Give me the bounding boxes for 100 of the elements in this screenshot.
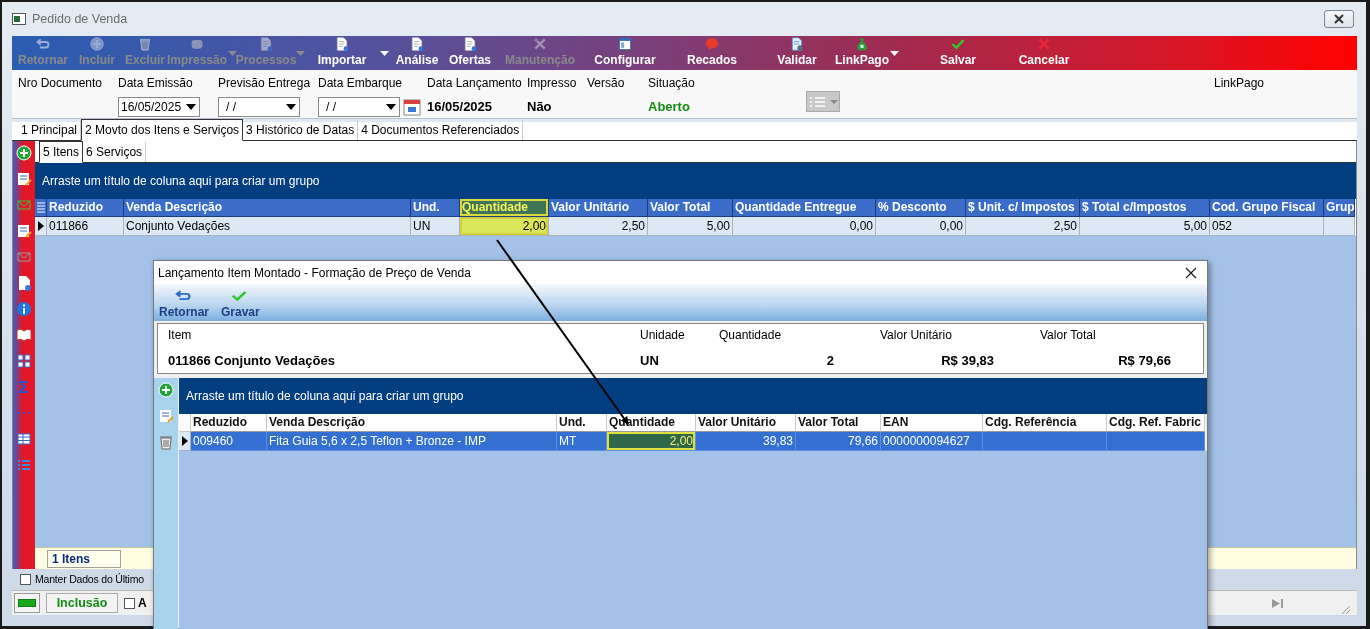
date-dropdown[interactable]: / / <box>318 97 400 117</box>
status-value: Aberto <box>648 98 691 116</box>
close-button[interactable] <box>1324 10 1354 28</box>
column-header[interactable]: Cdg. Ref. Fabric <box>1107 414 1205 432</box>
table-cell: 0,00 <box>876 217 966 236</box>
edit-icon[interactable] <box>16 223 32 239</box>
field-label: Data Embarque <box>318 75 404 92</box>
close-icon[interactable] <box>1185 266 1197 279</box>
plus-icon <box>88 37 106 51</box>
field-label: Previsão Entrega <box>218 75 312 92</box>
field-value: 16/05/2025 <box>427 98 494 116</box>
column-header[interactable]: Quantidade <box>460 199 549 217</box>
column-header[interactable]: Valor Total <box>648 199 733 217</box>
dialog-title: Lançamento Item Montado - Formação de Preço de Venda <box>158 264 471 282</box>
plus-icon[interactable] <box>158 382 174 398</box>
field-label: Data Lançamento <box>427 75 523 92</box>
toolbar-button[interactable]: Recados <box>668 36 756 70</box>
field-value: Não <box>527 98 553 116</box>
plus-icon[interactable] <box>16 145 32 161</box>
column-header[interactable]: Reduzido <box>47 199 124 217</box>
check-icon <box>949 37 967 51</box>
field-label: Item <box>168 327 193 344</box>
field-label: LinkPago <box>1214 75 1266 92</box>
field-value: R$ 39,83 <box>940 352 994 371</box>
calendar-icon[interactable] <box>403 97 421 117</box>
column-header[interactable]: Und. <box>557 414 607 432</box>
column-header[interactable]: Venda Descrição <box>124 199 411 217</box>
toolbar-button[interactable]: Ofertas <box>442 36 498 70</box>
checkbox[interactable] <box>20 574 31 585</box>
table-cell: 0,00 <box>733 217 876 236</box>
column-header[interactable]: Valor Total <box>796 414 881 432</box>
field-label: Nro Documento <box>18 75 104 92</box>
field-label: Quantidade <box>719 327 783 344</box>
table-cell: 011866 <box>47 217 124 236</box>
window-icon <box>12 13 26 25</box>
column-header[interactable]: Cdg. Referência <box>983 414 1107 432</box>
undo-arrow-icon <box>175 289 193 303</box>
resize-grip-icon[interactable] <box>1340 604 1351 615</box>
tab[interactable]: 4 Documentos Referenciados <box>358 120 524 140</box>
column-header[interactable]: EAN <box>881 414 983 432</box>
toolbar-button[interactable]: Cancelar <box>1014 36 1074 70</box>
column-header[interactable]: $ Unit. c/ Impostos <box>966 199 1080 217</box>
tab[interactable]: 3 Histórico de Datas <box>243 120 359 140</box>
column-header[interactable]: % Desconto <box>876 199 966 217</box>
toolbar-button[interactable]: Configurar <box>582 36 668 70</box>
checkbox-label: A <box>138 595 147 612</box>
dropdown-arrow-icon <box>829 98 839 105</box>
column-header[interactable]: Und. <box>411 199 460 217</box>
column-header[interactable]: Reduzido <box>191 414 267 432</box>
table-cell: 5,00 <box>648 217 733 236</box>
edit-icon[interactable] <box>16 171 32 187</box>
tab[interactable]: 6 Serviços <box>83 142 147 162</box>
field-label: Versão <box>587 75 626 92</box>
table-cell: 2,50 <box>966 217 1080 236</box>
column-chooser-icon[interactable] <box>35 199 47 217</box>
column-header[interactable]: Valor Unitário <box>696 414 796 432</box>
field-label: Unidade <box>640 327 686 344</box>
toolbar-button[interactable]: Gravar <box>221 284 260 321</box>
info-icon[interactable] <box>16 301 32 317</box>
table-cell <box>1324 217 1355 236</box>
item-count: 1 Itens <box>47 549 121 568</box>
checkbox[interactable] <box>124 597 135 609</box>
grid-icon[interactable] <box>16 353 32 369</box>
tab[interactable]: 2 Movto dos Itens e Serviços <box>81 119 244 141</box>
table-cell: 2,00 <box>607 432 696 451</box>
table-cell: 0000000094627 <box>881 432 983 451</box>
date-dropdown[interactable]: / / <box>218 97 300 117</box>
table-icon[interactable] <box>16 431 32 447</box>
book-icon[interactable] <box>16 327 32 343</box>
table-cell: 39,83 <box>696 432 796 451</box>
toolbar-button[interactable]: Salvar <box>902 36 1014 70</box>
column-header[interactable]: $ Total c/Impostos <box>1080 199 1210 217</box>
window-icon <box>616 37 634 51</box>
column-header[interactable]: Venda Descrição <box>267 414 557 432</box>
header-corner <box>179 414 191 432</box>
trash-icon[interactable] <box>158 434 174 450</box>
field-label: Situação <box>648 75 696 92</box>
toolbar-button[interactable]: Retornar <box>159 284 209 321</box>
toolbar-button[interactable]: Importar <box>308 36 376 70</box>
tab[interactable]: 5 Itens <box>39 141 84 163</box>
field-label: Data Emissão <box>118 75 194 92</box>
table-cell: Conjunto Vedações <box>124 217 411 236</box>
toolbar-button[interactable]: Análise <box>392 36 442 70</box>
table-cell: 009460 <box>191 432 267 451</box>
field-label: Impresso <box>527 75 578 92</box>
checkbox-label: Manter Dados do Último <box>35 571 144 587</box>
column-header[interactable]: Cod. Grupo Fiscal <box>1210 199 1324 217</box>
column-header[interactable]: Quantidade Entregue <box>733 199 876 217</box>
speech-bubble-icon <box>703 37 721 51</box>
field-value: R$ 79,66 <box>1117 352 1171 371</box>
dropdown-arrow-icon <box>286 104 296 110</box>
table-cell: 2,00 <box>460 217 549 236</box>
document-icon[interactable] <box>16 275 32 291</box>
dropdown-arrow-icon <box>186 104 196 110</box>
field-value: UN <box>640 352 660 371</box>
column-header[interactable]: Valor Unitário <box>549 199 648 217</box>
undo-arrow-icon <box>34 37 52 51</box>
column-header[interactable]: Grup <box>1324 199 1355 217</box>
field-value: 2 <box>825 352 834 371</box>
date-dropdown[interactable]: 16/05/2025 <box>118 97 200 117</box>
